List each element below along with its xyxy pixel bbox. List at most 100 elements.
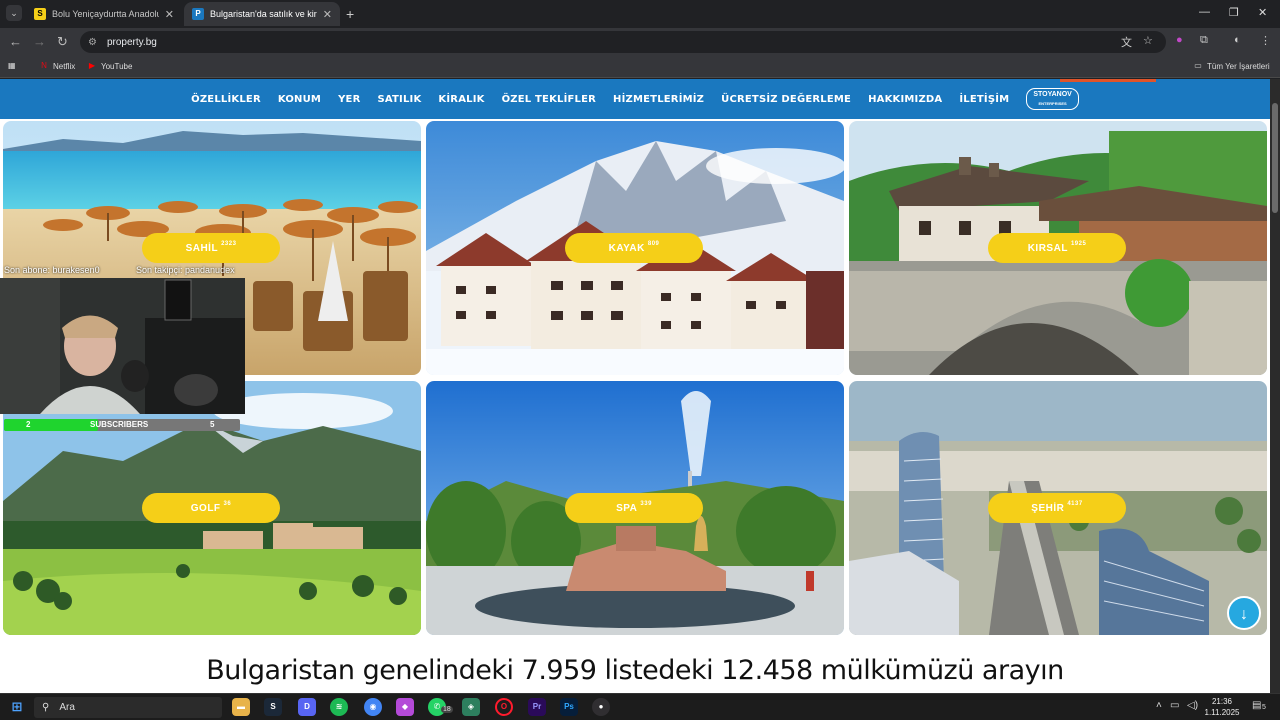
category-count: 809 <box>647 241 660 247</box>
browser-tab-bar: ⌄ S Bolu Yeniçaydurtta Anadolu Otel ✕ P … <box>0 0 1280 28</box>
category-count: 2323 <box>221 241 237 247</box>
profile-avatar-icon[interactable]: ◐ <box>1234 34 1241 46</box>
category-label: KAYAK <box>608 242 645 254</box>
menu-icon[interactable]: ⋮ <box>1260 34 1271 47</box>
category-tile-ski[interactable]: KAYAK 809 <box>426 121 844 375</box>
category-label: ŞEHİR <box>1031 502 1065 514</box>
chrome-icon[interactable]: ◉ <box>364 698 382 716</box>
taskbar-search[interactable]: ⚲ Ara <box>34 697 222 718</box>
back-icon[interactable]: ← <box>9 34 22 49</box>
url-text: property.bg <box>106 36 157 48</box>
network-icon[interactable]: ▭ <box>1170 700 1179 711</box>
whatsapp-badge: 18 <box>441 706 453 713</box>
photoshop-icon[interactable]: Ps <box>560 698 578 716</box>
brand-name: STOYANOV <box>1033 91 1072 98</box>
browser-tab[interactable]: S Bolu Yeniçaydurtta Anadolu Otel ✕ <box>26 2 182 26</box>
subscriber-label: SUBSCRIBERS <box>90 420 149 429</box>
obs-icon[interactable]: ● <box>592 698 610 716</box>
extensions-puzzle-icon[interactable]: ⧉ <box>1200 34 1208 47</box>
browser-toolbar: ← → ↻ ⚙ property.bg 文 ☆ ● ⧉ ◐ ⋮ <box>0 28 1280 56</box>
nav-ozellikler[interactable]: ÖZELLİKLER <box>191 94 261 105</box>
nav-kiralik[interactable]: KİRALIK <box>438 94 484 105</box>
category-label: SAHİL <box>185 242 219 254</box>
close-icon[interactable]: ✕ <box>323 8 332 21</box>
close-window-icon[interactable]: ✕ <box>1258 6 1267 19</box>
webcam-feed <box>0 278 245 414</box>
taskbar-clock[interactable]: 21:36 1.11.2025 <box>1198 696 1246 718</box>
close-icon[interactable]: ✕ <box>165 8 174 21</box>
translate-icon[interactable]: 文 <box>1121 34 1132 50</box>
bookmark-label: Netflix <box>53 61 76 71</box>
browser-tab-active[interactable]: P Bulgaristan'da satılık ve kiralık ✕ <box>184 2 340 26</box>
volume-icon[interactable]: ◁) <box>1187 700 1198 711</box>
bookmark-youtube[interactable]: ▶ YouTube <box>87 61 133 71</box>
nav-yer[interactable]: YER <box>338 94 360 105</box>
category-badge[interactable]: SPA 339 <box>565 493 703 523</box>
nav-satilik[interactable]: SATILIK <box>377 94 421 105</box>
address-bar[interactable]: ⚙ property.bg <box>80 31 1166 53</box>
page-headline: Bulgaristan genelindeki 7.959 listedeki … <box>206 655 1064 686</box>
webcam-overlay <box>0 278 245 414</box>
bookmark-star-icon[interactable]: ☆ <box>1143 34 1153 47</box>
spotify-icon[interactable]: ≋ <box>330 698 348 716</box>
minimize-icon[interactable]: — <box>1199 6 1210 18</box>
nav-menu: ÖZELLİKLER KONUM YER SATILIK KİRALIK ÖZE… <box>0 79 1270 119</box>
category-label: SPA <box>616 502 638 514</box>
restore-icon[interactable]: ❐ <box>1229 6 1239 19</box>
category-badge[interactable]: ŞEHİR 4137 <box>988 493 1126 523</box>
subscriber-goal-fill <box>4 419 99 431</box>
nav-iletisim[interactable]: İLETİŞİM <box>959 94 1009 105</box>
netflix-icon: N <box>41 61 47 70</box>
category-tile-spa[interactable]: SPA 339 <box>426 381 844 635</box>
game-app-icon[interactable]: ◈ <box>462 698 480 716</box>
page-scrollbar[interactable] <box>1270 79 1280 693</box>
steam-icon[interactable]: S <box>264 698 282 716</box>
nav-ozel-teklifler[interactable]: ÖZEL TEKLİFLER <box>502 94 596 105</box>
category-count: 339 <box>640 501 652 507</box>
notification-count: 5 <box>1262 704 1266 711</box>
last-follower-text: Son takipçi: pandanudex <box>136 265 235 275</box>
premiere-icon[interactable]: Pr <box>528 698 546 716</box>
bookmark-netflix[interactable]: N Netflix <box>39 61 75 71</box>
category-tile-city[interactable]: ŞEHİR 4137 <box>849 381 1267 635</box>
category-badge[interactable]: KIRSAL 1925 <box>988 233 1126 263</box>
apps-grid-icon[interactable]: ▦ <box>8 61 16 70</box>
reload-icon[interactable]: ↻ <box>57 34 68 50</box>
nav-hizmetlerimiz[interactable]: HİZMETLERİMİZ <box>613 94 704 105</box>
category-tile-rural[interactable]: KIRSAL 1925 <box>849 121 1267 375</box>
category-badge[interactable]: GOLF 36 <box>142 493 280 523</box>
subscriber-goal: 5 <box>210 420 215 429</box>
new-tab-icon[interactable]: + <box>346 6 354 22</box>
site-info-icon[interactable]: ⚙ <box>88 37 97 48</box>
tray-chevron-icon[interactable]: ˄ <box>1156 700 1162 711</box>
subscriber-current: 2 <box>26 420 31 429</box>
nav-ucretsiz-degerleme[interactable]: ÜCRETSİZ DEĞERLEME <box>721 94 851 105</box>
youtube-icon: ▶ <box>88 61 96 70</box>
extension-icon[interactable]: ● <box>1176 34 1183 46</box>
brand-logo[interactable]: STOYANOV ENTERPRISES <box>1026 88 1079 110</box>
tab-title: Bulgaristan'da satılık ve kiralık <box>210 9 317 19</box>
clock-date: 1.11.2025 <box>1204 708 1240 717</box>
category-badge[interactable]: SAHİL 2323 <box>142 233 280 263</box>
bookmark-label: YouTube <box>101 61 133 71</box>
search-icon: ⚲ <box>42 702 50 713</box>
forward-icon[interactable]: → <box>33 34 46 49</box>
discord-icon[interactable]: D <box>298 698 316 716</box>
nav-hakkimizda[interactable]: HAKKIMIZDA <box>868 94 942 105</box>
opera-icon[interactable]: O <box>495 698 513 716</box>
nav-konum[interactable]: KONUM <box>278 94 321 105</box>
category-badge[interactable]: KAYAK 809 <box>565 233 703 263</box>
scrollbar-thumb[interactable] <box>1272 103 1278 213</box>
file-explorer-icon[interactable]: ▬ <box>232 698 250 716</box>
media-app-icon[interactable]: ◆ <box>396 698 414 716</box>
tab-favicon: P <box>192 8 204 20</box>
notification-icon[interactable]: ▤ <box>1252 700 1261 711</box>
tab-search-icon[interactable]: ⌄ <box>6 5 22 21</box>
scroll-down-icon[interactable]: ↓ <box>1227 596 1261 630</box>
tab-title: Bolu Yeniçaydurtta Anadolu Otel <box>52 9 159 19</box>
start-windows-icon[interactable]: ⊞ <box>8 698 26 716</box>
all-bookmarks[interactable]: ▭ Tüm Yer İşaretleri <box>1193 61 1269 71</box>
category-count: 4137 <box>1067 501 1083 507</box>
windows-taskbar: ⊞ ⚲ Ara ▬ S D ≋ ◉ ◆ ✆ 18 ◈ O Pr Ps ● ˄ ▭… <box>0 693 1280 720</box>
subscriber-goal-bar: 2 SUBSCRIBERS 5 <box>4 419 240 431</box>
